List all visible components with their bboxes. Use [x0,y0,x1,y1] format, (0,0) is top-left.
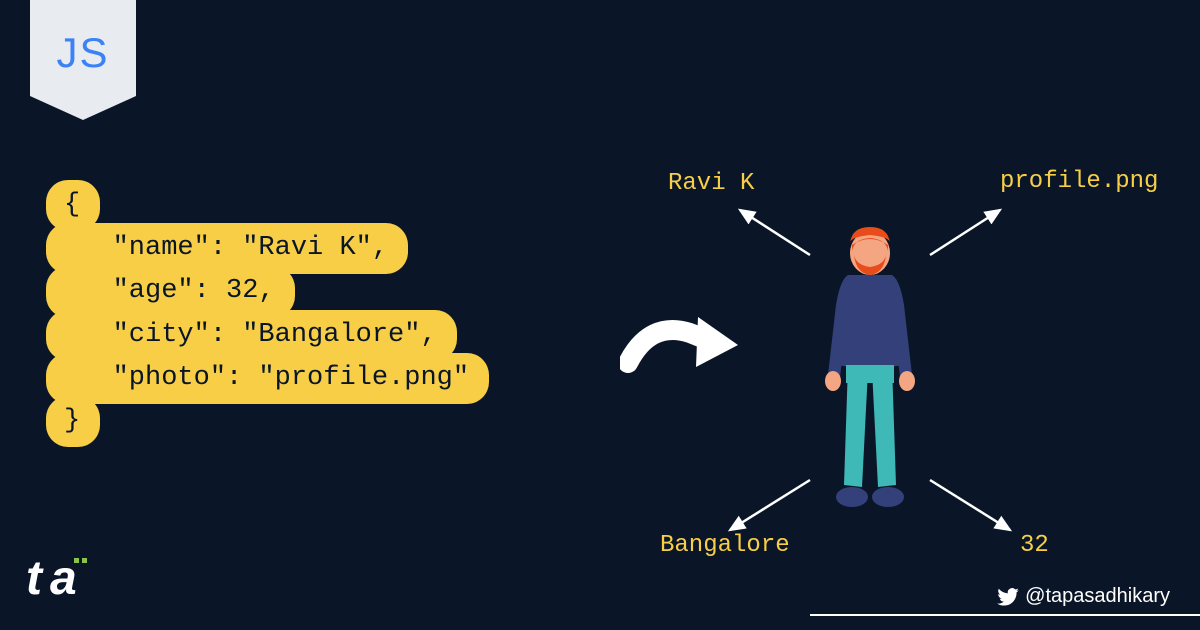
label-age: 32 [1020,532,1049,559]
svg-text:a: a [50,552,77,605]
ta-logo: t a [26,548,96,608]
code-line-4: "photo": "profile.png" [46,353,489,404]
label-photo: profile.png [1000,168,1158,195]
handle-text: @tapasadhikary [1025,585,1170,608]
footer-divider [810,614,1200,616]
json-code-block: { "name": "Ravi K", "age": 32, "city": "… [46,180,489,439]
person-illustration [810,225,930,515]
js-badge: JS [30,0,136,120]
js-badge-text: JS [56,29,109,77]
twitter-handle: @tapasadhikary [997,585,1170,608]
code-line-close: } [46,396,100,447]
twitter-icon [997,588,1019,606]
label-name: Ravi K [668,170,754,197]
label-city: Bangalore [660,532,790,559]
svg-text:t: t [26,552,44,605]
arrow-main-icon [620,305,740,385]
